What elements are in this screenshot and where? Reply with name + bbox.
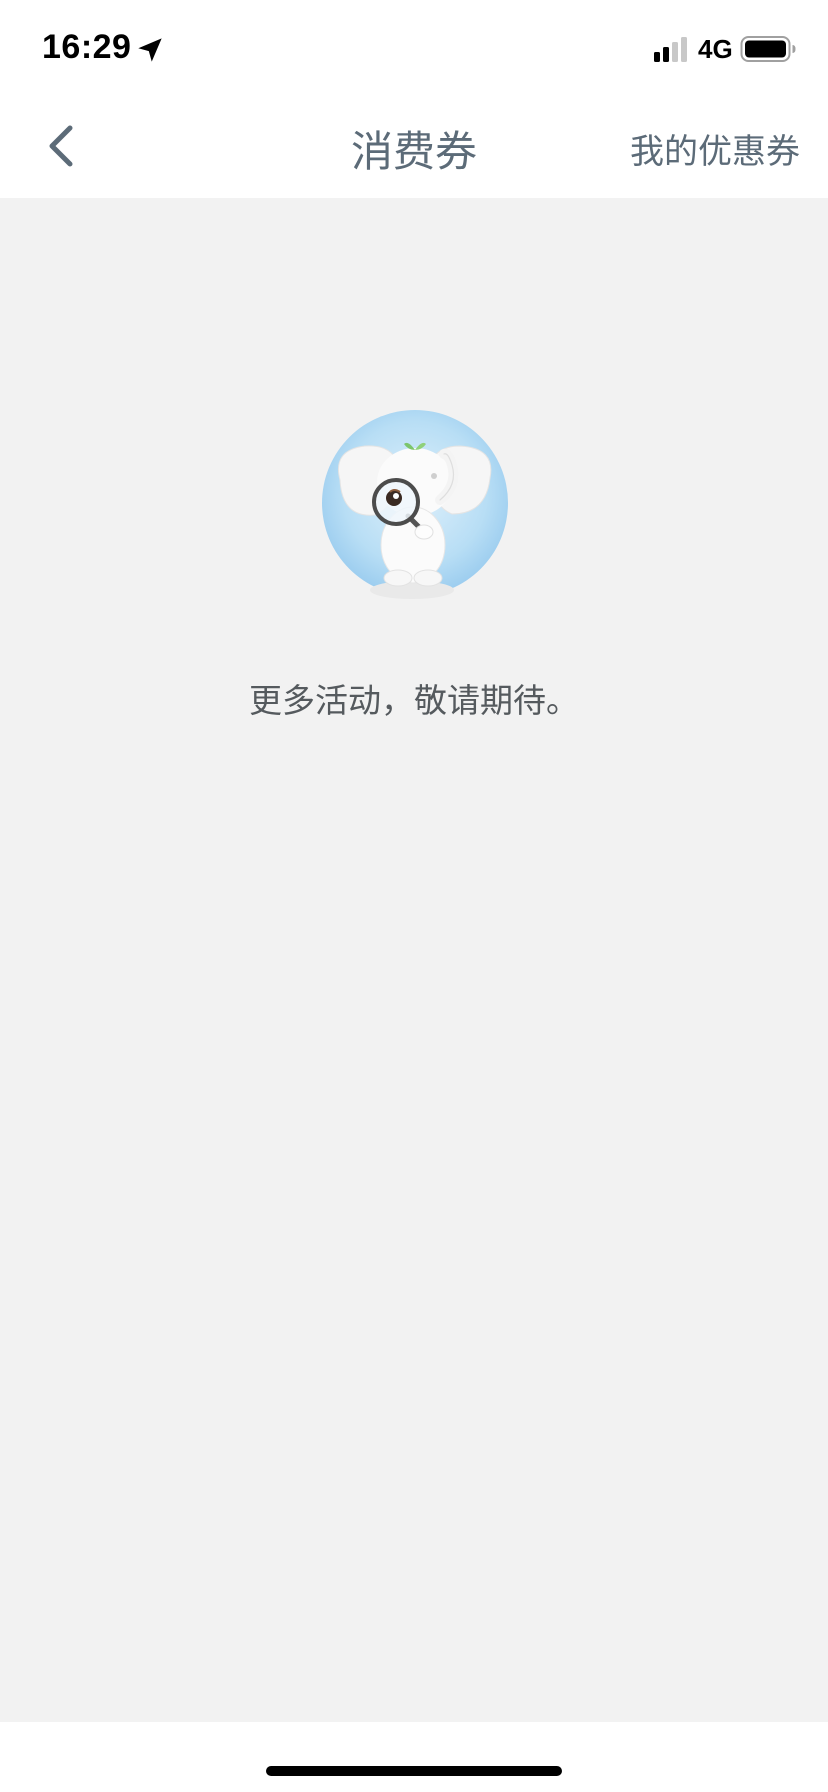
home-indicator[interactable] [266,1766,562,1776]
my-coupons-link[interactable]: 我的优惠券 [630,124,800,173]
status-bar: 16:29 4G [0,0,828,96]
status-time: 16:29 [42,28,132,66]
battery-icon [740,36,796,62]
location-arrow-icon [138,38,162,62]
cellular-signal-icon [654,37,687,62]
home-indicator-area [0,1722,828,1792]
empty-state-message: 更多活动，敬请期待。 [249,681,579,720]
navigation-bar: 消费券 我的优惠券 [0,96,828,198]
elephant-mascot-illustration [322,410,508,599]
network-type: 4G [698,34,733,64]
